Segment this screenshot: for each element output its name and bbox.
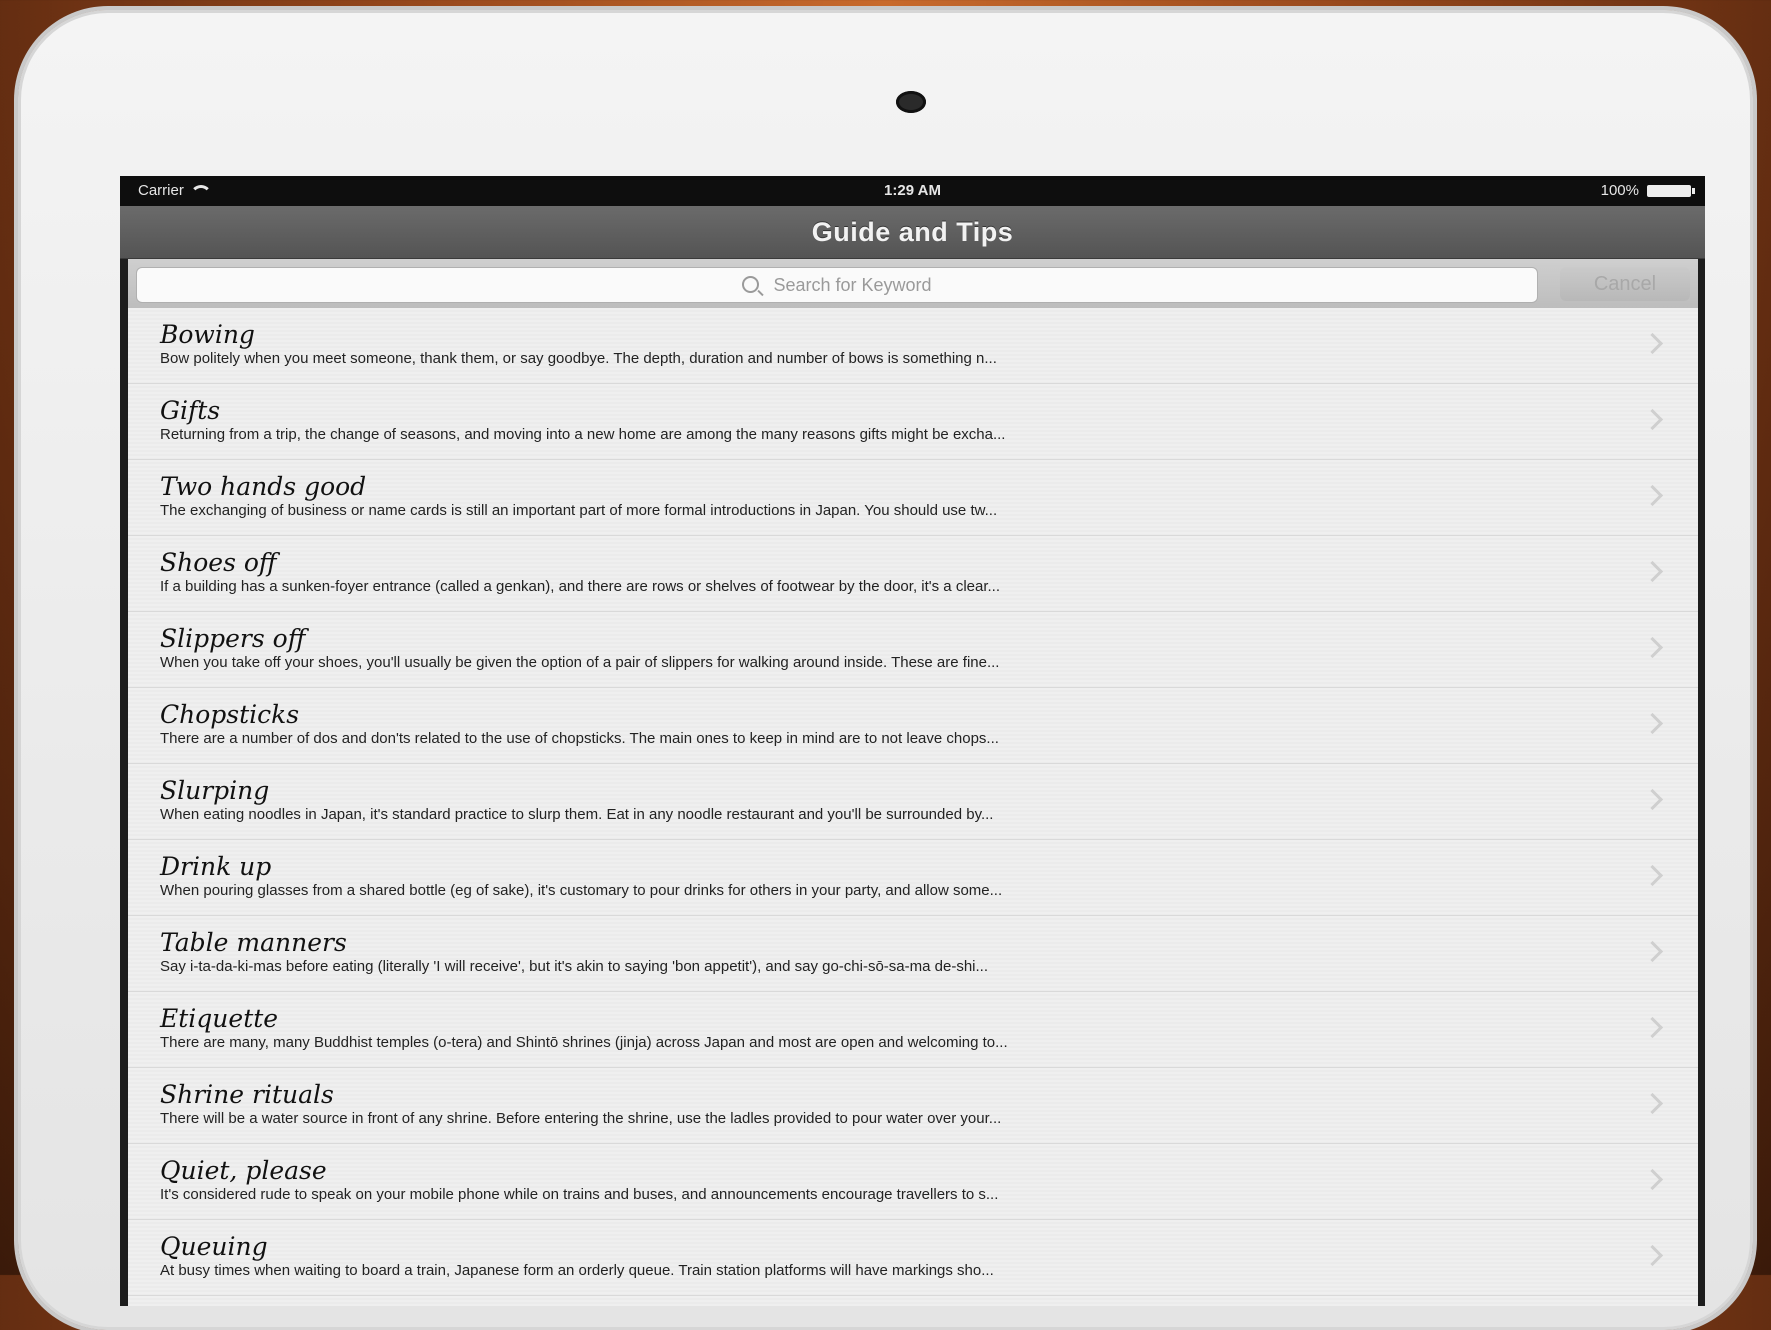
list-item-title: Shoes off bbox=[160, 548, 277, 577]
chevron-right-icon bbox=[1641, 408, 1664, 431]
chevron-right-icon bbox=[1641, 484, 1664, 507]
list-item-title: Table manners bbox=[160, 928, 347, 957]
list-item-description: Say i-ta-da-ki-mas before eating (litera… bbox=[160, 958, 989, 975]
list-item[interactable]: Etiquette There are many, many Buddhist t… bbox=[128, 992, 1698, 1068]
list-item-description: The exchanging of business or name cards… bbox=[160, 502, 998, 519]
search-placeholder-wrap: Search for Keyword bbox=[137, 275, 1537, 296]
status-bar: Carrier 1:29 AM 100% bbox=[120, 176, 1705, 206]
chevron-right-icon bbox=[1641, 1016, 1664, 1039]
list-item-title: Slippers off bbox=[160, 624, 306, 653]
search-icon bbox=[742, 276, 760, 293]
battery-percent: 100% bbox=[1600, 182, 1639, 199]
navigation-bar: Guide and Tips bbox=[120, 206, 1705, 259]
list-item[interactable]: Slurping When eating noodles in Japan, it… bbox=[128, 764, 1698, 840]
list-item-title: Bowing bbox=[160, 320, 255, 349]
list-item[interactable]: Shoes off If a building has a sunken-foye… bbox=[128, 536, 1698, 612]
list-item-description: Bow politely when you meet someone, than… bbox=[160, 350, 997, 367]
list-item-description: If a building has a sunken-foyer entranc… bbox=[160, 578, 1001, 595]
list-item-title: Queuing bbox=[160, 1232, 268, 1261]
chevron-right-icon bbox=[1641, 788, 1664, 811]
list-item[interactable]: Two hands good The exchanging of business… bbox=[128, 460, 1698, 536]
list-item-title: Quiet, please bbox=[160, 1156, 327, 1185]
chevron-right-icon bbox=[1641, 1168, 1664, 1191]
list-item-description: There are a number of dos and don'ts rel… bbox=[160, 730, 999, 747]
chevron-right-icon bbox=[1641, 332, 1664, 355]
list-item-title: Chopsticks bbox=[160, 700, 300, 729]
page-title: Guide and Tips bbox=[811, 217, 1014, 247]
list-item[interactable]: Chopsticks There are a number of dos and … bbox=[128, 688, 1698, 764]
chevron-right-icon bbox=[1641, 1092, 1664, 1115]
list-item-title: Slurping bbox=[160, 776, 270, 805]
list-item-title: Shrine rituals bbox=[160, 1080, 334, 1109]
list-item-description: When pouring glasses from a shared bottl… bbox=[160, 882, 1003, 899]
list-item-description: Returning from a trip, the change of sea… bbox=[160, 426, 1006, 443]
list-item-description: There will be a water source in front of… bbox=[160, 1110, 1002, 1127]
list-item-title: Two hands good bbox=[160, 472, 367, 501]
search-placeholder: Search for Keyword bbox=[773, 275, 932, 295]
app-screen: Carrier 1:29 AM 100% Guide and Tips Sear… bbox=[120, 176, 1705, 1306]
list-item[interactable]: Gifts Returning from a trip, the change o… bbox=[128, 384, 1698, 460]
chevron-right-icon bbox=[1641, 940, 1664, 963]
chevron-right-icon bbox=[1641, 636, 1664, 659]
status-battery: 100% bbox=[1600, 182, 1695, 199]
chevron-right-icon bbox=[1641, 1244, 1664, 1267]
list-item-title: Gifts bbox=[160, 396, 221, 425]
battery-icon bbox=[1647, 184, 1695, 197]
search-bar: Search for Keyword Cancel bbox=[128, 259, 1698, 308]
chevron-right-icon bbox=[1641, 560, 1664, 583]
list-item[interactable]: Drink up When pouring glasses from a shar… bbox=[128, 840, 1698, 916]
list-item-description: It's considered rude to speak on your mo… bbox=[160, 1186, 999, 1203]
list-item-description: At busy times when waiting to board a tr… bbox=[160, 1262, 994, 1279]
list-item[interactable]: Bowing Bow politely when you meet someone… bbox=[128, 308, 1698, 384]
list-item[interactable]: Quiet, please It's considered rude to spe… bbox=[128, 1144, 1698, 1220]
chevron-right-icon bbox=[1641, 712, 1664, 735]
search-input[interactable]: Search for Keyword bbox=[136, 267, 1538, 303]
cancel-button[interactable]: Cancel bbox=[1560, 267, 1690, 301]
list-item[interactable]: Slippers off When you take off your shoes… bbox=[128, 612, 1698, 688]
tablet-frame: Carrier 1:29 AM 100% Guide and Tips Sear… bbox=[18, 10, 1753, 1330]
tips-list: Bowing Bow politely when you meet someone… bbox=[128, 308, 1698, 1306]
list-item[interactable]: Queuing At busy times when waiting to boa… bbox=[128, 1220, 1698, 1296]
list-item-title: Drink up bbox=[160, 852, 272, 881]
list-item[interactable]: Shrine rituals There will be a water sour… bbox=[128, 1068, 1698, 1144]
list-item-title: Etiquette bbox=[160, 1004, 279, 1033]
list-item-description: When eating noodles in Japan, it's stand… bbox=[160, 806, 994, 823]
status-time: 1:29 AM bbox=[884, 182, 941, 199]
list-item-description: When you take off your shoes, you'll usu… bbox=[160, 654, 1000, 671]
list-item[interactable]: Table manners Say i-ta-da-ki-mas before e… bbox=[128, 916, 1698, 992]
chevron-right-icon bbox=[1641, 864, 1664, 887]
camera-icon bbox=[896, 91, 926, 113]
list-item-description: There are many, many Buddhist temples (o… bbox=[160, 1034, 1008, 1051]
